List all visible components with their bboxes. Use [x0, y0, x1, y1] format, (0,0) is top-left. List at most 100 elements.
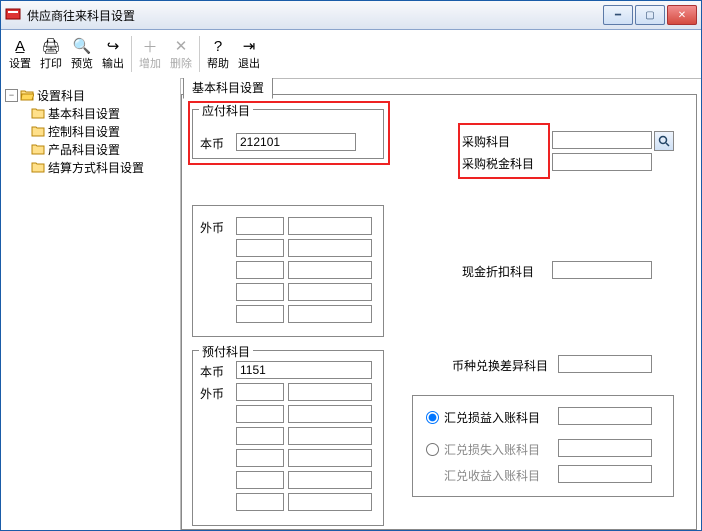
tree-root[interactable]: − 设置科目 — [5, 86, 176, 104]
local-currency-label: 本币 — [200, 135, 224, 152]
toolbar-print-label: 打印 — [40, 55, 62, 71]
cash-discount-input[interactable] — [552, 261, 652, 279]
close-button[interactable]: ✕ — [667, 5, 697, 25]
folder-open-icon — [20, 88, 34, 102]
prepay-foreign-label: 外币 — [200, 385, 224, 402]
folder-icon — [31, 142, 45, 156]
pp-fc-code-4[interactable] — [236, 449, 284, 467]
prepay-local-label: 本币 — [200, 363, 224, 380]
fx-acct-1[interactable] — [558, 407, 652, 425]
pp-fc-code-1[interactable] — [236, 383, 284, 401]
ap-fc-acct-2[interactable] — [288, 239, 372, 257]
purchase-tax-input[interactable] — [552, 153, 652, 171]
pp-fc-acct-3[interactable] — [288, 427, 372, 445]
ap-fc-acct-3[interactable] — [288, 261, 372, 279]
fx-radio-2-input[interactable] — [426, 443, 439, 456]
pp-fc-acct-5[interactable] — [288, 471, 372, 489]
toolbar-delete-button: ✕删除 — [166, 32, 196, 76]
toolbar-export-button[interactable]: ↪输出 — [98, 32, 128, 76]
export-icon: ↪ — [104, 37, 122, 55]
toolbar-delete-label: 删除 — [170, 55, 192, 71]
tree-root-label: 设置科目 — [37, 87, 85, 104]
body: − 设置科目 基本科目设置控制科目设置产品科目设置结算方式科目设置 基本科目设置… — [1, 78, 701, 530]
cash-discount-label: 现金折扣科目 — [462, 263, 534, 280]
toolbar-separator — [131, 36, 132, 72]
fx-radio-1[interactable]: 汇兑损益入账科目 — [426, 409, 540, 426]
pp-fc-acct-2[interactable] — [288, 405, 372, 423]
main-panel: 基本科目设置 应付科目 本币 采购科目 采购税金科目 外币 — [181, 78, 701, 530]
fx-radio-2[interactable]: 汇兑损失入账科目 — [426, 441, 540, 458]
pp-fc-code-3[interactable] — [236, 427, 284, 445]
form-panel: 应付科目 本币 采购科目 采购税金科目 外币 — [181, 94, 697, 530]
toolbar-settings-button[interactable]: A̲设置 — [5, 32, 35, 76]
ap-foreign-label: 外币 — [200, 219, 224, 236]
ap-fc-code-1[interactable] — [236, 217, 284, 235]
tab-header[interactable]: 基本科目设置 — [183, 78, 273, 99]
search-icon — [658, 135, 670, 147]
ap-fc-code-2[interactable] — [236, 239, 284, 257]
toolbar-exit-button[interactable]: ⇥退出 — [234, 32, 264, 76]
pp-fc-acct-6[interactable] — [288, 493, 372, 511]
window-title: 供应商往来科目设置 — [27, 7, 603, 24]
toolbar-add-button: ＋增加 — [135, 32, 165, 76]
toolbar-help-label: 帮助 — [207, 55, 229, 71]
delete-icon: ✕ — [172, 37, 190, 55]
titlebar: 供应商往来科目设置 ━ ▢ ✕ — [1, 1, 701, 30]
maximize-button[interactable]: ▢ — [635, 5, 665, 25]
purchase-input[interactable] — [552, 131, 652, 149]
settings-icon: A̲ — [11, 37, 29, 55]
folder-icon — [31, 124, 45, 138]
purchase-search-button[interactable] — [654, 131, 674, 151]
ap-fc-code-3[interactable] — [236, 261, 284, 279]
toolbar-print-button[interactable]: 🖨打印 — [36, 32, 66, 76]
prepay-local-input[interactable] — [236, 361, 372, 379]
toolbar-preview-button[interactable]: 🔍预览 — [67, 32, 97, 76]
tree-item-3[interactable]: 结算方式科目设置 — [5, 158, 176, 176]
fx-radio-1-input[interactable] — [426, 411, 439, 424]
fx-diff-input[interactable] — [558, 355, 652, 373]
minimize-button[interactable]: ━ — [603, 5, 633, 25]
ap-fc-acct-5[interactable] — [288, 305, 372, 323]
tree-item-label: 控制科目设置 — [48, 123, 120, 140]
fx-diff-label: 币种兑换差异科目 — [452, 357, 548, 374]
fx-radio-3-label: 汇兑收益入账科目 — [444, 467, 540, 484]
ap-fc-code-4[interactable] — [236, 283, 284, 301]
fx-radio-1-label: 汇兑损益入账科目 — [444, 409, 540, 426]
toolbar-export-label: 输出 — [102, 55, 124, 71]
fx-acct-3[interactable] — [558, 465, 652, 483]
ap-fc-code-5[interactable] — [236, 305, 284, 323]
tree-item-label: 结算方式科目设置 — [48, 159, 144, 176]
collapse-icon[interactable]: − — [5, 89, 18, 102]
ap-fc-acct-1[interactable] — [288, 217, 372, 235]
tree-item-1[interactable]: 控制科目设置 — [5, 122, 176, 140]
prepay-group-label: 预付科目 — [199, 343, 253, 360]
tree-item-0[interactable]: 基本科目设置 — [5, 104, 176, 122]
toolbar-add-label: 增加 — [139, 55, 161, 71]
toolbar: A̲设置🖨打印🔍预览↪输出＋增加✕删除?帮助⇥退出 — [1, 30, 701, 79]
pp-fc-code-2[interactable] — [236, 405, 284, 423]
print-icon: 🖨 — [42, 37, 60, 55]
preview-icon: 🔍 — [73, 37, 91, 55]
tree-item-label: 基本科目设置 — [48, 105, 120, 122]
toolbar-preview-label: 预览 — [71, 55, 93, 71]
add-icon: ＋ — [141, 37, 159, 55]
toolbar-separator — [199, 36, 200, 72]
help-icon: ? — [209, 37, 227, 55]
pp-fc-code-5[interactable] — [236, 471, 284, 489]
toolbar-help-button[interactable]: ?帮助 — [203, 32, 233, 76]
window: 供应商往来科目设置 ━ ▢ ✕ A̲设置🖨打印🔍预览↪输出＋增加✕删除?帮助⇥退… — [0, 0, 702, 531]
toolbar-settings-label: 设置 — [9, 55, 31, 71]
pp-fc-code-6[interactable] — [236, 493, 284, 511]
ap-local-input[interactable] — [236, 133, 356, 151]
pp-fc-acct-4[interactable] — [288, 449, 372, 467]
window-buttons: ━ ▢ ✕ — [603, 5, 697, 25]
tree-item-label: 产品科目设置 — [48, 141, 120, 158]
ap-fc-acct-4[interactable] — [288, 283, 372, 301]
tree-item-2[interactable]: 产品科目设置 — [5, 140, 176, 158]
fx-radio-2-label: 汇兑损失入账科目 — [444, 441, 540, 458]
folder-icon — [31, 106, 45, 120]
purchase-tax-label: 采购税金科目 — [462, 155, 534, 172]
exit-icon: ⇥ — [240, 37, 258, 55]
pp-fc-acct-1[interactable] — [288, 383, 372, 401]
fx-acct-2[interactable] — [558, 439, 652, 457]
